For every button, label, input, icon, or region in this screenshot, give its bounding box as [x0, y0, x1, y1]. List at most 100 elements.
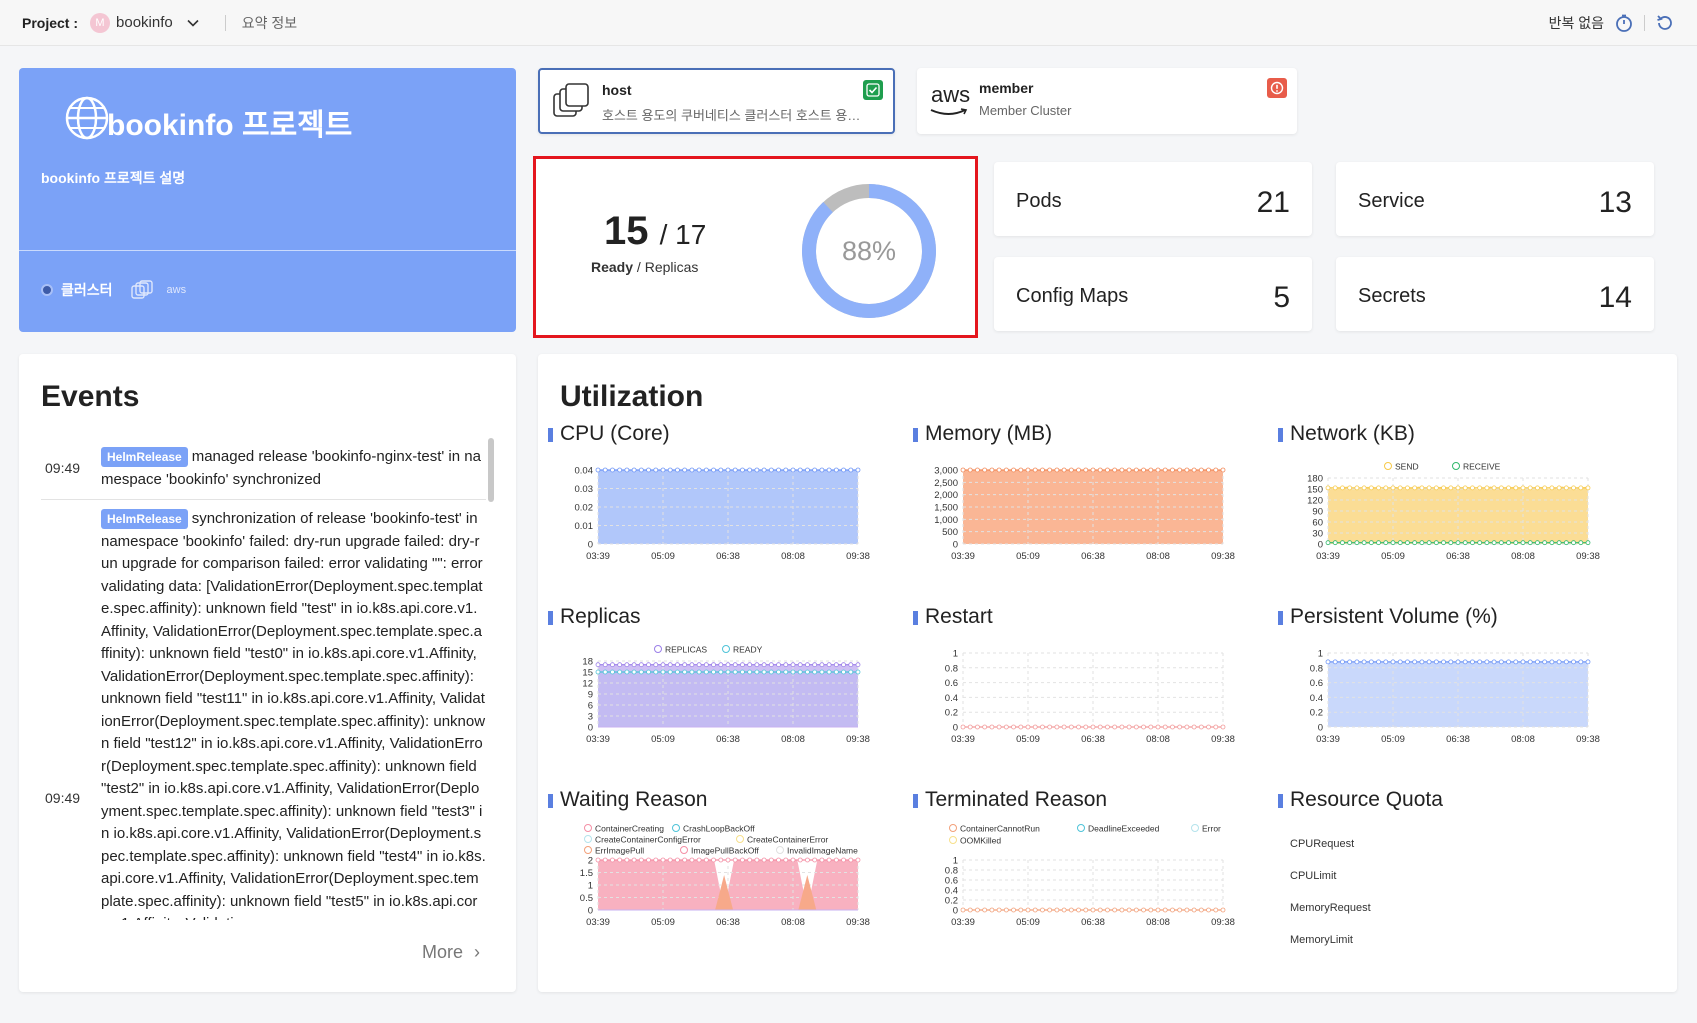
chart-point[interactable]	[1426, 659, 1432, 665]
chart-point[interactable]	[595, 669, 601, 675]
legend-label[interactable]: ErrImagePull	[595, 846, 644, 856]
chart-point[interactable]	[1383, 485, 1389, 491]
chart-point[interactable]	[833, 662, 839, 668]
chart-point[interactable]	[1535, 659, 1540, 665]
chart-point[interactable]	[1003, 467, 1009, 473]
chart-point[interactable]	[682, 662, 688, 668]
refresh-icon[interactable]	[1655, 13, 1675, 33]
chart-point[interactable]	[1513, 485, 1519, 491]
chart-point[interactable]	[602, 857, 608, 863]
chart-point[interactable]	[790, 857, 796, 863]
chart-point[interactable]	[1097, 907, 1103, 913]
chart-point[interactable]	[848, 662, 854, 668]
chart-point[interactable]	[689, 857, 695, 863]
chart-point[interactable]	[1412, 659, 1418, 665]
chart-point[interactable]	[805, 467, 810, 473]
legend-label[interactable]: InvalidImageName	[787, 846, 858, 856]
chart-point[interactable]	[783, 467, 789, 473]
chart-point[interactable]	[1506, 485, 1511, 491]
chart-point[interactable]	[855, 669, 861, 675]
chart-point[interactable]	[682, 669, 688, 675]
chart-point[interactable]	[747, 857, 753, 863]
chart-point[interactable]	[1032, 467, 1038, 473]
chart-point[interactable]	[833, 669, 839, 675]
chart-point[interactable]	[675, 669, 680, 675]
chart-point[interactable]	[1383, 659, 1389, 665]
chart-point[interactable]	[967, 467, 973, 473]
stat-card-pods[interactable]: Pods 21	[994, 162, 1312, 236]
chart-point[interactable]	[703, 467, 709, 473]
chart-point[interactable]	[725, 669, 731, 675]
chart-point[interactable]	[1076, 907, 1081, 913]
chart-point[interactable]	[1047, 467, 1053, 473]
chart-point[interactable]	[1563, 659, 1569, 665]
chart-point[interactable]	[1340, 659, 1345, 665]
chart-point[interactable]	[711, 662, 716, 668]
legend-label[interactable]: READY	[733, 645, 763, 655]
chart-point[interactable]	[1141, 467, 1146, 473]
chart-point[interactable]	[783, 857, 789, 863]
chart-point[interactable]	[638, 467, 644, 473]
chart-point[interactable]	[819, 467, 825, 473]
chart-point[interactable]	[826, 669, 832, 675]
chart-point[interactable]	[1426, 485, 1432, 491]
chart-point[interactable]	[660, 467, 666, 473]
stat-card-service[interactable]: Service 13	[1336, 162, 1654, 236]
chart-point[interactable]	[1585, 485, 1591, 491]
chart-point[interactable]	[1549, 485, 1555, 491]
chart-point[interactable]	[740, 857, 745, 863]
chart-point[interactable]	[754, 662, 760, 668]
chart-point[interactable]	[1191, 467, 1197, 473]
chart-point[interactable]	[996, 907, 1002, 913]
chart-point[interactable]	[696, 669, 702, 675]
chart-point[interactable]	[1170, 907, 1175, 913]
chart-point[interactable]	[1397, 485, 1403, 491]
chart-point[interactable]	[1126, 907, 1132, 913]
chart-point[interactable]	[1563, 485, 1569, 491]
legend-label[interactable]: ContainerCannotRun	[960, 824, 1040, 834]
chart-point[interactable]	[667, 669, 673, 675]
legend-label[interactable]: REPLICAS	[665, 645, 707, 655]
chart-point[interactable]	[960, 907, 966, 913]
chart-point[interactable]	[1578, 485, 1584, 491]
chart-point[interactable]	[776, 662, 781, 668]
chart-point[interactable]	[1112, 467, 1118, 473]
chart-point[interactable]	[1054, 467, 1060, 473]
chart-point[interactable]	[718, 857, 724, 863]
chart-point[interactable]	[1556, 659, 1562, 665]
chart-point[interactable]	[1491, 485, 1497, 491]
chart-point[interactable]	[617, 467, 623, 473]
chart-point[interactable]	[776, 669, 781, 675]
chart-point[interactable]	[617, 662, 623, 668]
chart-point[interactable]	[718, 467, 724, 473]
chart-point[interactable]	[989, 467, 995, 473]
chart-point[interactable]	[675, 662, 680, 668]
chart-point[interactable]	[754, 467, 760, 473]
chart-point[interactable]	[711, 669, 716, 675]
chart-point[interactable]	[1191, 907, 1197, 913]
chart-point[interactable]	[1162, 467, 1168, 473]
chart-point[interactable]	[855, 857, 861, 863]
events-scrollbar[interactable]	[488, 438, 494, 502]
chart-point[interactable]	[975, 467, 980, 473]
chart-point[interactable]	[1040, 907, 1045, 913]
chart-point[interactable]	[1585, 659, 1591, 665]
chart-point[interactable]	[1133, 467, 1139, 473]
chart-point[interactable]	[682, 467, 688, 473]
chart-point[interactable]	[1040, 467, 1045, 473]
chart-point[interactable]	[1018, 467, 1024, 473]
chart-point[interactable]	[812, 857, 818, 863]
chart-point[interactable]	[1068, 467, 1074, 473]
chart-point[interactable]	[1220, 907, 1226, 913]
chart-point[interactable]	[768, 857, 774, 863]
chart-point[interactable]	[638, 669, 644, 675]
chart-point[interactable]	[1390, 485, 1396, 491]
chart-point[interactable]	[1177, 907, 1183, 913]
chart-point[interactable]	[1047, 907, 1053, 913]
chart-point[interactable]	[602, 669, 608, 675]
chart-point[interactable]	[833, 467, 839, 473]
chart-point[interactable]	[761, 857, 767, 863]
chart-point[interactable]	[653, 669, 659, 675]
chart-point[interactable]	[696, 467, 702, 473]
chart-point[interactable]	[1325, 659, 1331, 665]
